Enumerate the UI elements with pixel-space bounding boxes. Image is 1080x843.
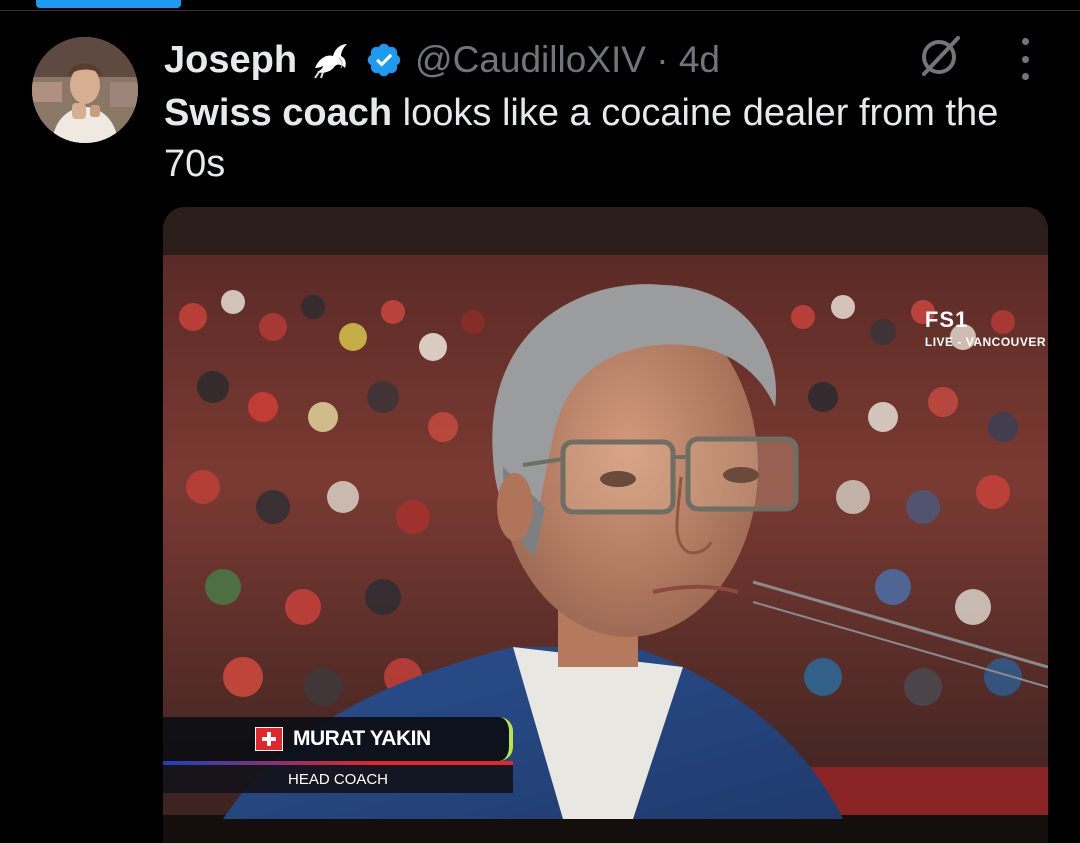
broadcaster-logo-text: FS1 bbox=[924, 307, 969, 332]
dove-icon bbox=[309, 38, 353, 82]
avatar-image bbox=[32, 37, 138, 143]
active-tab-indicator bbox=[36, 0, 181, 8]
grok-icon[interactable] bbox=[916, 32, 964, 80]
lower-third-graphic: MURAT YAKIN HEAD COACH bbox=[163, 717, 513, 795]
broadcast-logo: FS1 LIVE - VANCOUVER bbox=[925, 307, 1046, 349]
display-name[interactable]: Joseph bbox=[164, 39, 297, 82]
tweet-header: Joseph @CaudilloXIV · 4d bbox=[164, 34, 720, 86]
tweet-detail-page: Joseph @CaudilloXIV · 4d Swiss coach loo… bbox=[0, 0, 1080, 843]
handle[interactable]: @CaudilloXIV bbox=[415, 39, 646, 80]
divider bbox=[0, 10, 1080, 11]
tweet-text-bold: Swiss coach bbox=[164, 92, 393, 134]
verified-badge-icon[interactable] bbox=[365, 41, 403, 79]
broadcast-location: LIVE - VANCOUVER bbox=[924, 335, 1046, 349]
lower-third-role: HEAD COACH bbox=[163, 765, 513, 793]
swiss-flag-icon bbox=[255, 727, 283, 751]
tweet-media-photo[interactable]: FS1 LIVE - VANCOUVER MURAT YAKIN HEAD CO… bbox=[163, 207, 1048, 843]
timestamp[interactable]: 4d bbox=[679, 39, 720, 80]
tweet-handle-and-time[interactable]: @CaudilloXIV · 4d bbox=[415, 39, 720, 81]
tweet-text: Swiss coach looks like a cocaine dealer … bbox=[164, 88, 1054, 190]
separator: · bbox=[656, 39, 669, 80]
lower-third-name: MURAT YAKIN bbox=[293, 727, 431, 750]
avatar[interactable] bbox=[32, 37, 138, 143]
lower-third-name-bar: MURAT YAKIN bbox=[163, 717, 513, 761]
more-vertical-icon[interactable] bbox=[1012, 38, 1038, 80]
